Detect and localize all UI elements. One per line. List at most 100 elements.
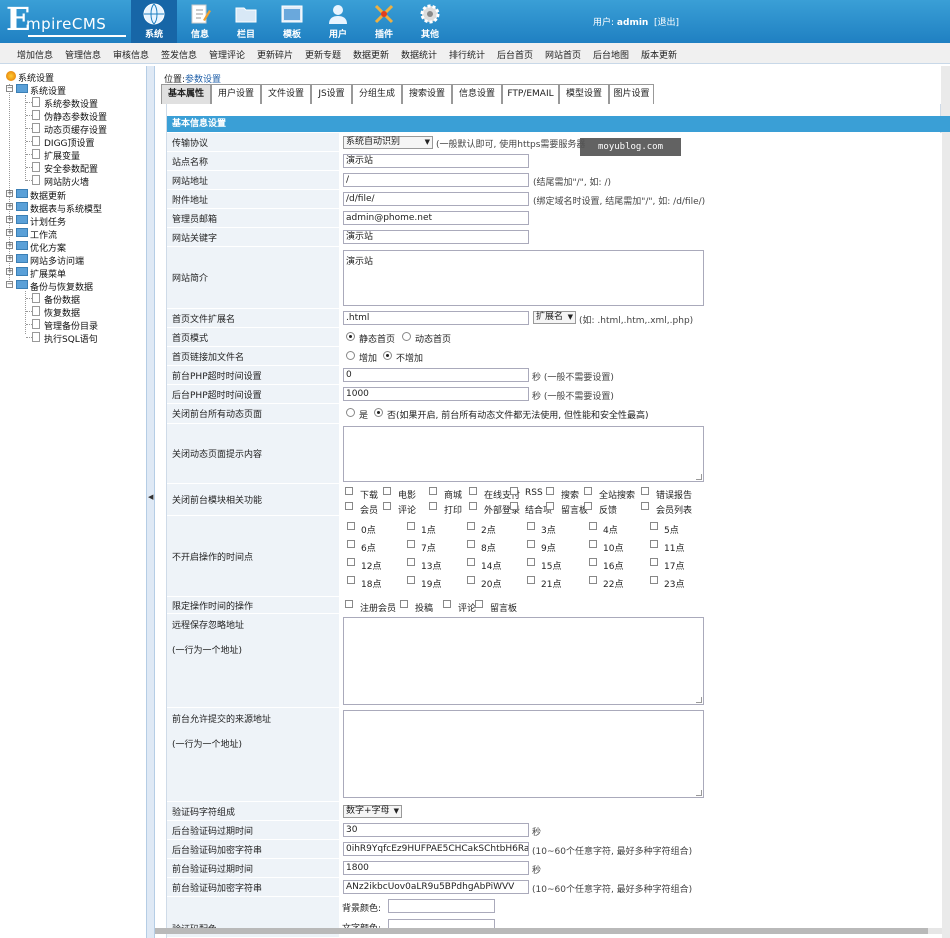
- radio-dynamic[interactable]: [402, 332, 411, 341]
- radio-add[interactable]: [346, 351, 355, 360]
- tab-model[interactable]: 模型设置: [559, 84, 609, 104]
- collapse-icon[interactable]: −: [6, 281, 13, 288]
- checkbox[interactable]: [546, 502, 554, 510]
- checkbox[interactable]: [589, 558, 597, 566]
- tree-group[interactable]: 计划任务: [30, 215, 66, 228]
- checkbox[interactable]: [383, 487, 391, 495]
- vertical-scrollbar[interactable]: [941, 66, 950, 938]
- collapse-arrow-icon[interactable]: ◀: [148, 493, 153, 501]
- tree-item[interactable]: 系统参数设置: [44, 97, 98, 110]
- checkbox[interactable]: [407, 558, 415, 566]
- checkbox[interactable]: [345, 600, 353, 608]
- tab-user[interactable]: 用户设置: [211, 84, 261, 104]
- tree-item[interactable]: 扩展变量: [44, 149, 80, 162]
- menu-item[interactable]: 增加信息: [17, 48, 53, 61]
- nav-template[interactable]: 模板: [269, 0, 315, 43]
- checkbox[interactable]: [546, 487, 554, 495]
- close-tip-textarea[interactable]: [343, 426, 704, 482]
- tree-item[interactable]: 备份数据: [44, 293, 80, 306]
- nav-other[interactable]: 其他: [407, 0, 453, 43]
- checkbox[interactable]: [347, 576, 355, 584]
- intro-textarea[interactable]: 演示站: [343, 250, 704, 306]
- checkbox[interactable]: [650, 522, 658, 530]
- checkbox[interactable]: [407, 540, 415, 548]
- attach-url-input[interactable]: /d/file/: [343, 192, 529, 206]
- checkbox[interactable]: [510, 502, 518, 510]
- checkbox[interactable]: [589, 540, 597, 548]
- expand-icon[interactable]: +: [6, 190, 13, 197]
- tree-group[interactable]: 工作流: [30, 228, 57, 241]
- tree-group[interactable]: 数据更新: [30, 189, 66, 202]
- checkbox[interactable]: [527, 558, 535, 566]
- allow-source-textarea[interactable]: [343, 710, 704, 798]
- radio-static[interactable]: [346, 332, 355, 341]
- checkbox[interactable]: [527, 576, 535, 584]
- tab-basic[interactable]: 基本属性: [161, 84, 211, 104]
- checkbox[interactable]: [345, 502, 353, 510]
- tree-item[interactable]: 执行SQL语句: [44, 332, 98, 345]
- tree-root[interactable]: 系统设置: [18, 71, 54, 84]
- menu-item[interactable]: 数据统计: [401, 48, 437, 61]
- checkbox[interactable]: [407, 522, 415, 530]
- expand-icon[interactable]: +: [6, 255, 13, 262]
- checkbox[interactable]: [429, 487, 437, 495]
- site-name-input[interactable]: 演示站: [343, 154, 529, 168]
- menu-item[interactable]: 后台首页: [497, 48, 533, 61]
- checkbox[interactable]: [650, 540, 658, 548]
- scrollbar-thumb[interactable]: [155, 928, 928, 934]
- sidebar-splitter[interactable]: ◀: [146, 66, 155, 938]
- admin-email-input[interactable]: admin@phome.net: [343, 211, 529, 225]
- checkbox[interactable]: [584, 502, 592, 510]
- tree-group[interactable]: 网站多访问端: [30, 254, 84, 267]
- radio-no-add[interactable]: [383, 351, 392, 360]
- tree-group[interactable]: 优化方案: [30, 241, 66, 254]
- checkbox[interactable]: [383, 502, 391, 510]
- expand-icon[interactable]: +: [6, 229, 13, 236]
- tab-group[interactable]: 分组生成: [352, 84, 402, 104]
- front-timeout-input[interactable]: 0: [343, 368, 529, 382]
- tree-item[interactable]: 恢复数据: [44, 306, 80, 319]
- tab-info[interactable]: 信息设置: [452, 84, 502, 104]
- tree-item[interactable]: DIGG顶设置: [44, 136, 95, 149]
- checkbox[interactable]: [527, 522, 535, 530]
- tree-item[interactable]: 管理备份目录: [44, 319, 98, 332]
- menu-item[interactable]: 管理信息: [65, 48, 101, 61]
- checkbox[interactable]: [467, 576, 475, 584]
- nav-column[interactable]: 栏目: [223, 0, 269, 43]
- nav-info[interactable]: 信息: [177, 0, 223, 43]
- nav-plugin[interactable]: 插件: [361, 0, 407, 43]
- horizontal-scrollbar[interactable]: [155, 928, 942, 934]
- menu-item[interactable]: 更新碎片: [257, 48, 293, 61]
- expand-icon[interactable]: +: [6, 216, 13, 223]
- tree-item[interactable]: 安全参数配置: [44, 162, 98, 175]
- menu-item[interactable]: 网站首页: [545, 48, 581, 61]
- ignore-addr-textarea[interactable]: [343, 617, 704, 705]
- checkbox[interactable]: [527, 540, 535, 548]
- checkbox[interactable]: [584, 487, 592, 495]
- menu-item[interactable]: 排行统计: [449, 48, 485, 61]
- menu-item[interactable]: 数据更新: [353, 48, 389, 61]
- back-captcha-expire-input[interactable]: 30: [343, 823, 529, 837]
- checkbox[interactable]: [467, 522, 475, 530]
- back-timeout-input[interactable]: 1000: [343, 387, 529, 401]
- radio-yes[interactable]: [346, 408, 355, 417]
- checkbox[interactable]: [469, 502, 477, 510]
- checkbox[interactable]: [641, 487, 649, 495]
- tab-ftp[interactable]: FTP/EMAIL: [502, 84, 559, 104]
- tab-js[interactable]: JS设置: [311, 84, 352, 104]
- checkbox[interactable]: [407, 576, 415, 584]
- captcha-chars-select[interactable]: 数字+字母: [343, 805, 402, 818]
- tree-group[interactable]: 备份与恢复数据: [30, 280, 93, 293]
- ext-select[interactable]: 扩展名: [533, 311, 576, 324]
- tab-file[interactable]: 文件设置: [261, 84, 311, 104]
- checkbox[interactable]: [475, 600, 483, 608]
- checkbox[interactable]: [641, 502, 649, 510]
- tree-item[interactable]: 网站防火墙: [44, 175, 89, 188]
- keywords-input[interactable]: 演示站: [343, 230, 529, 244]
- checkbox[interactable]: [510, 487, 518, 495]
- radio-no[interactable]: [374, 408, 383, 417]
- menu-item[interactable]: 版本更新: [641, 48, 677, 61]
- tree-group[interactable]: 扩展菜单: [30, 267, 66, 280]
- menu-item[interactable]: 后台地图: [593, 48, 629, 61]
- menu-item[interactable]: 审核信息: [113, 48, 149, 61]
